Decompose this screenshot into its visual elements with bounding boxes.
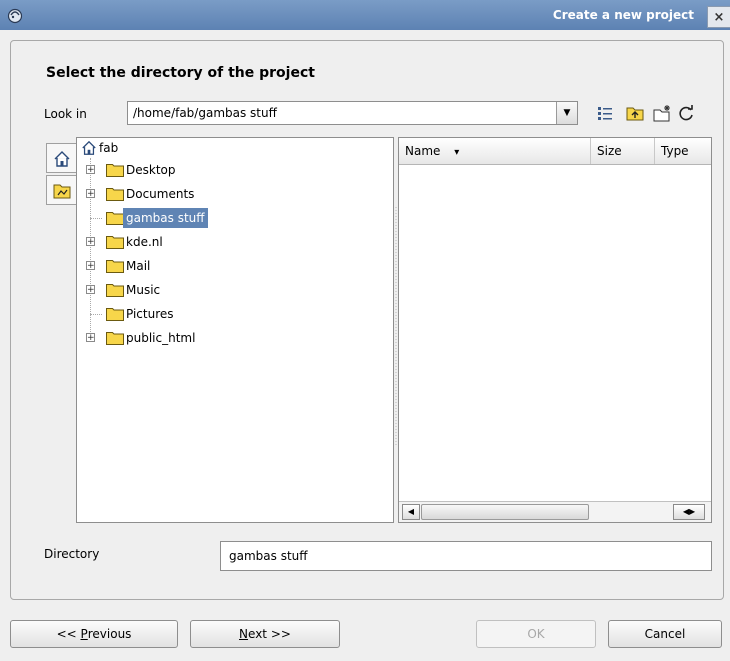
tree-item-label: Desktop: [126, 163, 176, 177]
previous-mnemonic: P: [80, 627, 88, 641]
tree-item-label: Documents: [126, 187, 195, 201]
window-title: Create a new project: [552, 8, 694, 22]
column-size-label: Size: [597, 144, 622, 158]
column-type-label: Type: [661, 144, 689, 158]
list-header: Name ▾ Size Type: [399, 138, 711, 165]
arrow-left-icon: ◀: [407, 507, 415, 516]
arrow-left-right-icon: ◀▶: [682, 507, 696, 516]
horizontal-scrollbar[interactable]: ◀ ◀▶: [399, 501, 711, 522]
expand-icon[interactable]: +: [86, 237, 95, 247]
tree-item[interactable]: gambas stuff: [77, 208, 377, 228]
sort-descending-icon: ▾: [454, 147, 460, 158]
expand-icon[interactable]: +: [86, 261, 95, 271]
tree-item-label: public_html: [126, 331, 196, 345]
tree-item[interactable]: + Music: [77, 280, 377, 300]
place-tab-recent[interactable]: [46, 175, 76, 205]
tree-item[interactable]: Pictures: [77, 304, 377, 324]
tree-item-label: Pictures: [126, 307, 174, 321]
page-heading: Select the directory of the project: [46, 65, 315, 81]
tree-item-label: kde.nl: [126, 235, 163, 249]
folder-icon: [106, 212, 124, 225]
look-in-label: Look in: [44, 107, 87, 121]
look-in-path: /home/fab/gambas stuff: [133, 106, 277, 120]
chevron-down-icon: ▼: [563, 108, 571, 118]
directory-label: Directory: [44, 547, 100, 561]
tree-item[interactable]: + kde.nl: [77, 232, 377, 252]
previous-button[interactable]: << Previous: [10, 620, 178, 648]
home-icon: [82, 140, 96, 155]
column-header-name[interactable]: Name ▾: [399, 138, 591, 164]
title-bar: Create a new project ×: [0, 0, 730, 30]
tree-item-label: Mail: [126, 259, 151, 273]
column-name-label: Name: [405, 144, 441, 158]
close-button[interactable]: ×: [707, 6, 730, 28]
new-folder-icon[interactable]: [653, 104, 671, 122]
detailed-view-icon[interactable]: [596, 104, 614, 122]
folder-icon: [106, 164, 124, 177]
folder-icon: [106, 332, 124, 345]
tree-item-label: Music: [126, 283, 161, 297]
column-header-type[interactable]: Type: [655, 138, 711, 164]
next-button[interactable]: Next >>: [190, 620, 340, 648]
places-sidebar: [46, 143, 76, 207]
tree-item[interactable]: + Desktop: [77, 160, 377, 180]
folder-icon: [106, 260, 124, 273]
next-mnemonic: N: [239, 627, 249, 641]
tree-connector: [90, 218, 102, 219]
previous-label: revious: [87, 627, 132, 641]
directory-input[interactable]: gambas stuff: [220, 541, 712, 571]
directory-tree[interactable]: fab + Desktop + Documents gambas stuff + kde.n…: [76, 137, 394, 523]
gambas-shrimp-icon[interactable]: [6, 6, 24, 24]
close-icon: ×: [713, 9, 725, 25]
expand-icon[interactable]: +: [86, 333, 95, 343]
tree-item[interactable]: + Documents: [77, 184, 377, 204]
tree-item[interactable]: + public_html: [77, 328, 377, 348]
scroll-left-button[interactable]: ◀: [402, 504, 420, 520]
ok-button[interactable]: OK: [476, 620, 596, 648]
cancel-label: Cancel: [644, 627, 686, 641]
cancel-button[interactable]: Cancel: [608, 620, 722, 648]
folder-icon: [106, 188, 124, 201]
combo-dropdown-button[interactable]: ▼: [556, 102, 577, 124]
place-tab-home[interactable]: [46, 143, 76, 173]
previous-prefix: <<: [56, 627, 81, 641]
column-header-size[interactable]: Size: [591, 138, 655, 164]
parent-folder-icon[interactable]: [626, 104, 644, 122]
reload-icon[interactable]: [677, 104, 695, 122]
folder-icon: [106, 236, 124, 249]
expand-icon[interactable]: +: [86, 165, 95, 175]
tree-item[interactable]: + Mail: [77, 256, 377, 276]
expand-icon[interactable]: +: [86, 189, 95, 199]
ok-label: OK: [527, 627, 545, 641]
recent-folder-icon: [53, 184, 71, 199]
look-in-combobox[interactable]: /home/fab/gambas stuff ▼: [127, 101, 578, 125]
tree-root-label: fab: [99, 141, 119, 155]
folder-icon: [106, 308, 124, 321]
home-icon: [54, 151, 70, 167]
tree-item-label: gambas stuff: [123, 208, 208, 228]
scrollbar-thumb[interactable]: [421, 504, 589, 520]
next-label: ext >>: [248, 627, 291, 641]
tree-connector: [90, 314, 102, 315]
scroll-arrows[interactable]: ◀▶: [673, 504, 705, 520]
folder-icon: [106, 284, 124, 297]
file-list[interactable]: Name ▾ Size Type ◀ ◀▶: [398, 137, 712, 523]
expand-icon[interactable]: +: [86, 285, 95, 295]
